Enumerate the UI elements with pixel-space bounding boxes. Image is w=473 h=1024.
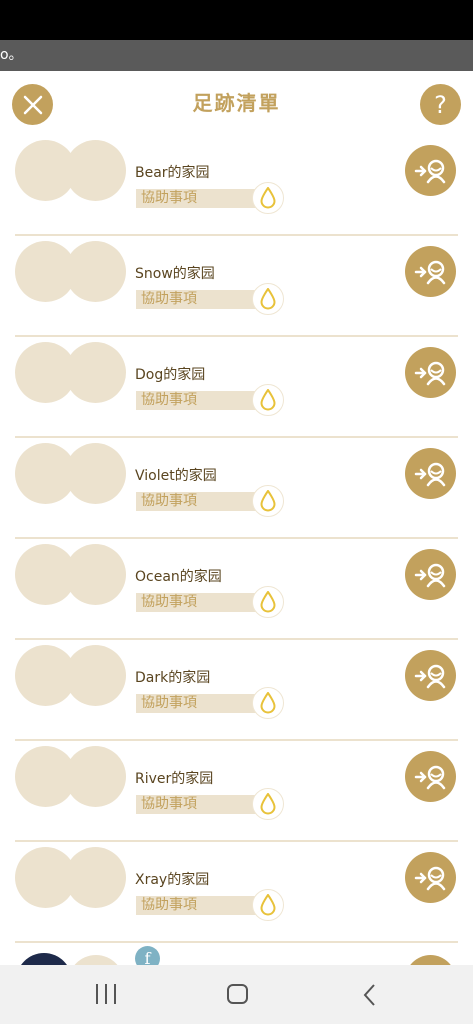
avatar: [65, 241, 126, 302]
drop-icon: [252, 283, 284, 315]
help-items-tag: 協助事項: [136, 593, 258, 612]
home-name: River的家园: [135, 771, 214, 787]
visit-footprint-icon: [413, 358, 449, 388]
list-item: Ocean的家园協助事項: [0, 539, 473, 640]
list-item: Dog的家园協助事項: [0, 337, 473, 438]
home-button[interactable]: [227, 984, 248, 1004]
avatar: [65, 847, 126, 908]
visit-footprint-icon: [413, 863, 449, 893]
header: 足跡清單 ?: [0, 71, 473, 135]
visit-footprint-icon: [413, 661, 449, 691]
recent-apps-button[interactable]: [94, 984, 118, 1004]
help-items-tag: 協助事項: [136, 694, 258, 713]
list-item: Snow的家园協助事項: [0, 236, 473, 337]
question-icon: ?: [434, 90, 447, 119]
home-name: Ocean的家园: [135, 569, 222, 585]
help-items-tag: 協助事項: [136, 795, 258, 814]
visit-footprint-icon: [413, 762, 449, 792]
list-item: f: [0, 943, 473, 965]
home-name: Bear的家园: [135, 165, 210, 181]
drop-icon: [252, 182, 284, 214]
drop-icon: [252, 384, 284, 416]
visit-button[interactable]: [405, 955, 456, 965]
list-item: Bear的家园協助事項: [0, 135, 473, 236]
notice-bar: o。: [0, 40, 473, 71]
facebook-icon: f: [135, 946, 160, 965]
home-name: Xray的家园: [135, 872, 210, 888]
avatar: [65, 140, 126, 201]
list-item: Xray的家园協助事項: [0, 842, 473, 943]
drop-icon: [252, 687, 284, 719]
system-nav-bar: [0, 965, 473, 1024]
page-title: 足跡清單: [192, 91, 281, 115]
visit-button[interactable]: [405, 751, 456, 802]
status-bar: [0, 0, 473, 40]
help-items-tag: 協助事項: [136, 290, 258, 309]
visit-footprint-icon: [413, 459, 449, 489]
avatar: [65, 645, 126, 706]
back-chevron-icon: [363, 984, 375, 1006]
visit-footprint-icon: [413, 156, 449, 186]
visit-button[interactable]: [405, 549, 456, 600]
list-item: Violet的家园協助事項: [0, 438, 473, 539]
visit-footprint-icon: [413, 257, 449, 287]
back-button[interactable]: [360, 983, 380, 1007]
visit-button[interactable]: [405, 347, 456, 398]
visit-button[interactable]: [405, 246, 456, 297]
drop-icon: [252, 586, 284, 618]
home-name: Dark的家园: [135, 670, 211, 686]
drop-icon: [252, 788, 284, 820]
home-name: Dog的家园: [135, 367, 206, 383]
help-items-tag: 協助事項: [136, 189, 258, 208]
visit-button[interactable]: [405, 852, 456, 903]
help-items-tag: 協助事項: [136, 896, 258, 915]
visit-button[interactable]: [405, 145, 456, 196]
help-items-tag: 協助事項: [136, 391, 258, 410]
notice-text: o。: [0, 47, 23, 63]
visit-footprint-icon: [413, 560, 449, 590]
help-items-tag: 協助事項: [136, 492, 258, 511]
avatar: [16, 953, 72, 965]
avatar: [65, 544, 126, 605]
list-item: River的家园協助事項: [0, 741, 473, 842]
avatar: [65, 443, 126, 504]
avatar: [68, 955, 124, 965]
list-item: Dark的家园協助事項: [0, 640, 473, 741]
home-name: Violet的家园: [135, 468, 217, 484]
footprint-list: Bear的家园 協助事項 Snow的家园 協助事項 Dog的家园 協助事項 Violet的家…: [0, 135, 473, 965]
drop-icon: [252, 889, 284, 921]
visit-button[interactable]: [405, 650, 456, 701]
visit-button[interactable]: [405, 448, 456, 499]
drop-icon: [252, 485, 284, 517]
home-name: Snow的家园: [135, 266, 215, 282]
avatar: [65, 746, 126, 807]
help-button[interactable]: ?: [420, 84, 461, 125]
avatar: [65, 342, 126, 403]
